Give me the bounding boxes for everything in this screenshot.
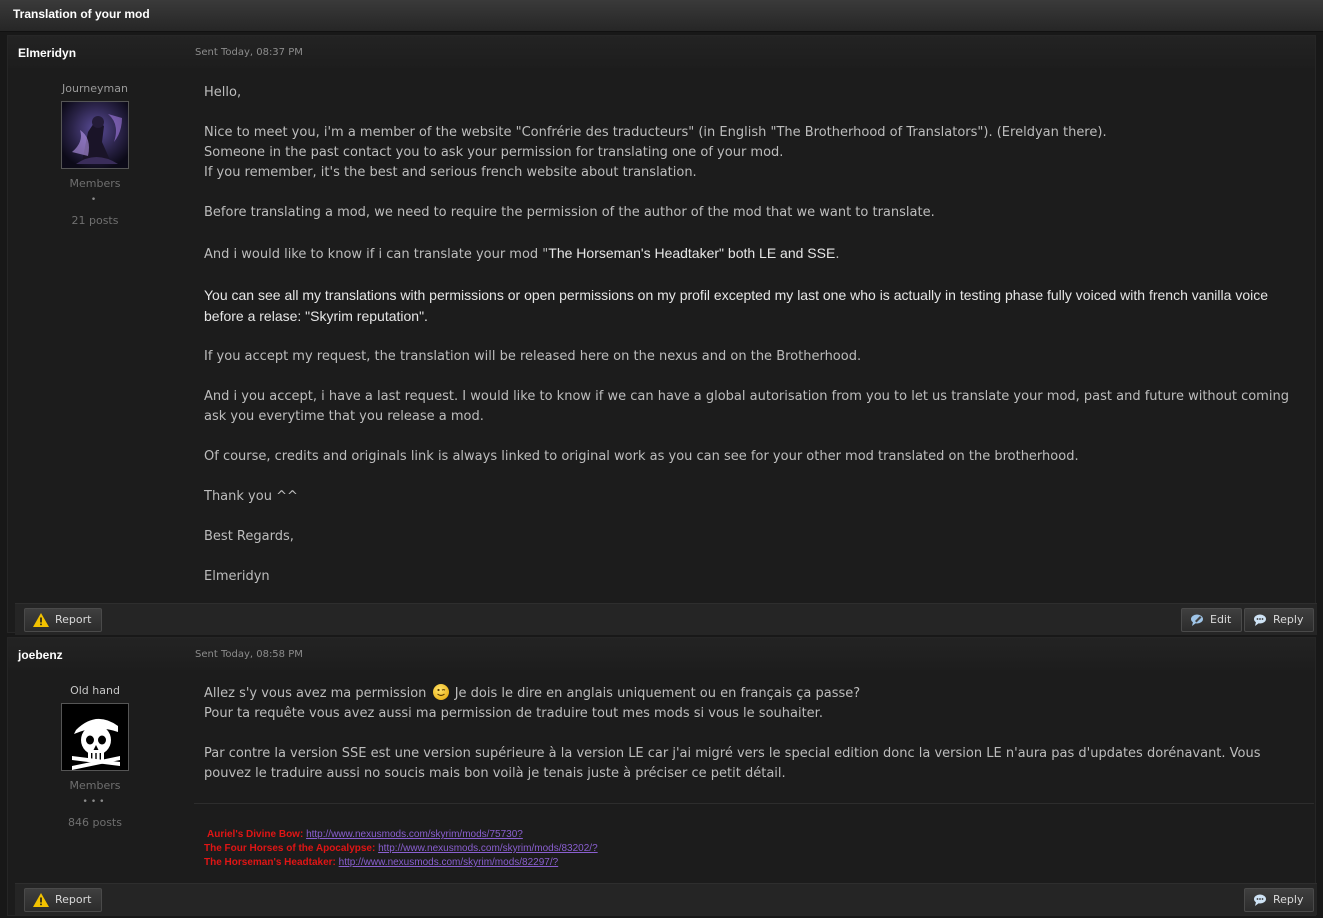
message-post: joebenz Sent Today, 08:58 PM Old hand Me… bbox=[7, 637, 1317, 916]
post-header: Elmeridyn Sent Today, 08:37 PM bbox=[8, 36, 1315, 68]
body-line: And i would like to know if i can transl… bbox=[204, 243, 1300, 265]
signature-line: The Horseman's Headtaker: http://www.nex… bbox=[204, 856, 598, 870]
signature: Auriel's Divine Bow: http://www.nexusmod… bbox=[204, 828, 598, 870]
page-title: Translation of your mod bbox=[13, 7, 150, 21]
author-name[interactable]: joebenz bbox=[18, 648, 63, 662]
reply-label: Reply bbox=[1273, 893, 1304, 906]
post-body: Hello, Nice to meet you, i'm a member of… bbox=[204, 83, 1300, 587]
author-name[interactable]: Elmeridyn bbox=[18, 46, 76, 60]
post-date: Sent Today, 08:58 PM bbox=[195, 649, 303, 660]
body-line: And i you accept, i have a last request.… bbox=[204, 389, 1289, 424]
signature-link[interactable]: http://www.nexusmods.com/skyrim/mods/757… bbox=[306, 829, 523, 840]
body-line: Thank you ^^ bbox=[204, 489, 298, 504]
report-label: Report bbox=[55, 893, 92, 906]
pirate-skull-avatar bbox=[62, 704, 128, 770]
report-button[interactable]: Report bbox=[24, 608, 103, 632]
body-line: Par contre la version SSE est une versio… bbox=[204, 746, 1261, 781]
body-text: And i would like to know if i can transl… bbox=[204, 247, 549, 262]
body-line: Best Regards, bbox=[204, 529, 294, 544]
smiley-icon bbox=[432, 684, 449, 700]
signature-label: The Horseman's Headtaker: bbox=[204, 857, 339, 868]
signature-line: Auriel's Divine Bow: http://www.nexusmod… bbox=[204, 828, 598, 842]
body-line: If you accept my request, the translatio… bbox=[204, 349, 862, 364]
body-line: Elmeridyn bbox=[204, 569, 270, 584]
avatar-image bbox=[62, 102, 128, 168]
author-post-count: 21 posts bbox=[71, 214, 119, 227]
signature-divider bbox=[194, 803, 1314, 804]
body-line: Before translating a mod, we need to req… bbox=[204, 205, 935, 220]
conversation-header: Translation of your mod bbox=[0, 0, 1323, 32]
post-body: Allez s'y vous avez ma permission Je doi… bbox=[204, 684, 1300, 784]
body-line: If you remember, it's the best and serio… bbox=[204, 165, 697, 180]
avatar[interactable] bbox=[61, 101, 129, 169]
signature-line: The Four Horses of the Apocalypse: http:… bbox=[204, 842, 598, 856]
avatar[interactable] bbox=[61, 703, 129, 771]
body-text: Je dois le dire en anglais uniquement ou… bbox=[454, 686, 861, 701]
edit-icon bbox=[1191, 614, 1203, 626]
post-footer: Report Reply bbox=[15, 883, 1317, 915]
edit-button[interactable]: Edit bbox=[1181, 608, 1243, 632]
body-text: . bbox=[835, 247, 840, 262]
signature-link[interactable]: http://www.nexusmods.com/skyrim/mods/822… bbox=[339, 857, 559, 868]
body-line: Hello, bbox=[204, 85, 242, 100]
author-info: Old hand Members ••• 846 posts bbox=[15, 684, 175, 829]
body-line: Pour ta requête vous avez aussi ma permi… bbox=[204, 706, 823, 721]
body-line: Someone in the past contact you to ask y… bbox=[204, 145, 784, 160]
author-rank: Journeyman bbox=[62, 82, 128, 95]
body-line-highlight: You can see all my translations with per… bbox=[204, 287, 1268, 324]
edit-label: Edit bbox=[1210, 613, 1232, 626]
report-button[interactable]: Report bbox=[24, 888, 103, 912]
author-rank: Old hand bbox=[70, 684, 120, 697]
rank-pips: ••• bbox=[82, 797, 108, 807]
post-date: Sent Today, 08:37 PM bbox=[195, 47, 303, 58]
signature-link[interactable]: http://www.nexusmods.com/skyrim/mods/832… bbox=[378, 843, 598, 854]
author-info: Journeyman Members • 21 posts bbox=[15, 82, 175, 227]
body-line: Allez s'y vous avez ma permission Je doi… bbox=[204, 684, 1300, 704]
body-line: Of course, credits and originals link is… bbox=[204, 449, 1079, 464]
report-label: Report bbox=[55, 613, 92, 626]
message-post: Elmeridyn Sent Today, 08:37 PM Journeyma… bbox=[7, 35, 1317, 635]
reply-button[interactable]: Reply bbox=[1244, 888, 1315, 912]
warning-icon bbox=[33, 893, 49, 907]
author-group: Members bbox=[69, 177, 121, 190]
reply-label: Reply bbox=[1273, 613, 1304, 626]
body-text-highlight: The Horseman's Headtaker" both LE and SS… bbox=[548, 245, 836, 261]
warning-icon bbox=[33, 613, 49, 627]
reply-icon bbox=[1254, 614, 1266, 626]
post-header: joebenz Sent Today, 08:58 PM bbox=[8, 638, 1315, 670]
signature-label: The Four Horses of the Apocalypse: bbox=[204, 843, 379, 854]
body-line: Nice to meet you, i'm a member of the we… bbox=[204, 125, 1107, 140]
author-post-count: 846 posts bbox=[68, 816, 122, 829]
post-footer: Report Edit Reply bbox=[15, 603, 1317, 635]
body-text: Allez s'y vous avez ma permission bbox=[204, 686, 427, 701]
reply-icon bbox=[1254, 894, 1266, 906]
signature-label: Auriel's Divine Bow: bbox=[207, 829, 307, 840]
reply-button[interactable]: Reply bbox=[1244, 608, 1315, 632]
rank-pips: • bbox=[90, 195, 100, 205]
author-group: Members bbox=[69, 779, 121, 792]
